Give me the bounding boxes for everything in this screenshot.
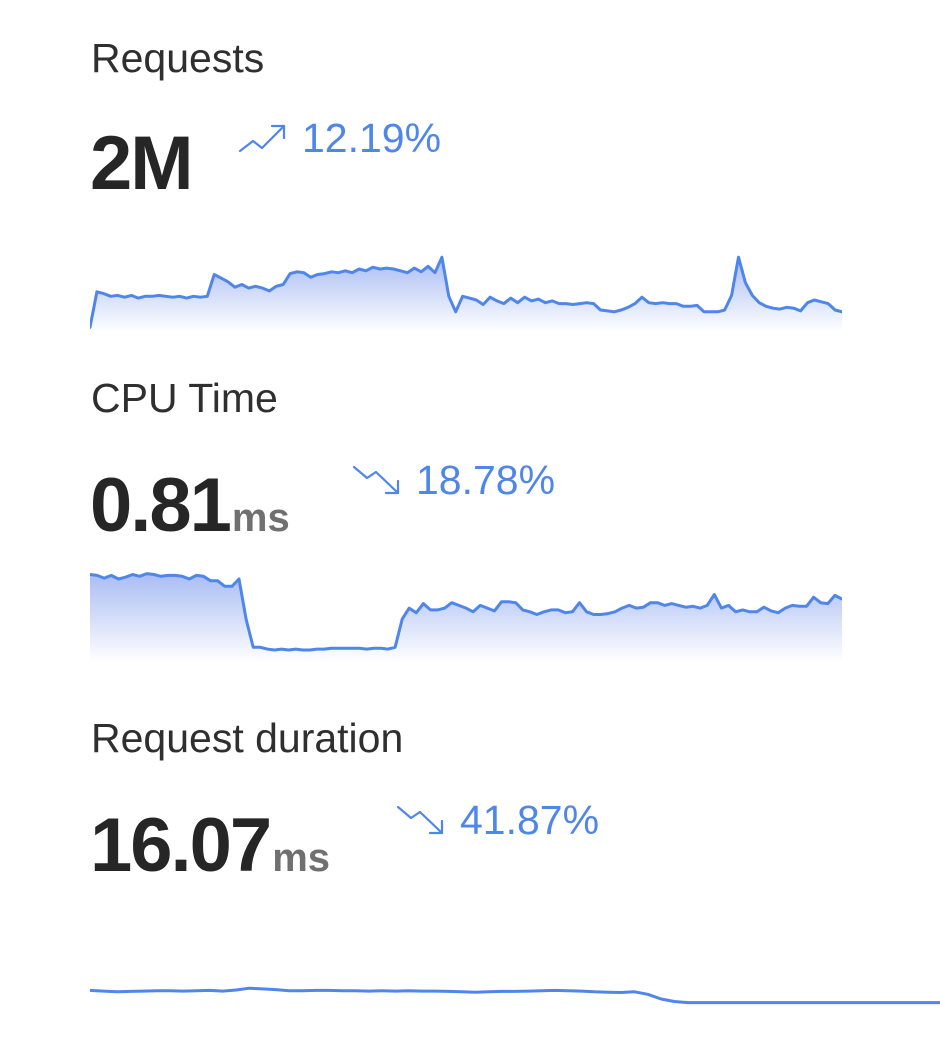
metric-change: 12.19% [238,118,441,159]
sparkline-area [90,257,842,332]
metric-unit: ms [231,496,290,540]
metric-change: 41.87% [396,800,599,841]
change-percentage: 18.78% [416,457,556,503]
sparkline-requests [90,255,842,332]
sparkline-cpu-time [90,572,842,662]
metric-requests: Requests 2M 12.19% [0,0,940,340]
metric-value-row: 0.81ms [90,468,290,544]
metric-value-row: 16.07ms [90,808,330,884]
metric-title: Requests [91,35,265,81]
metric-value-row: 2M [90,126,194,202]
change-percentage: 12.19% [302,115,442,161]
metric-title: CPU Time [91,375,278,421]
trend-down-icon [396,803,446,839]
metric-value: 2M [90,121,194,206]
trend-down-icon [352,463,402,499]
sparkline-request-duration [90,986,940,1005]
metric-request-duration: Request duration 16.07ms 41.87% [0,680,940,1038]
metric-value: 0.81 [90,463,232,548]
sparkline-area [90,573,842,662]
metric-value: 16.07 [90,803,272,888]
metric-unit: ms [272,836,330,880]
trend-up-icon [238,121,288,157]
metric-cpu-time: CPU Time 0.81ms 18.78% [0,340,940,680]
metric-change: 18.78% [352,460,555,501]
metric-title: Request duration [91,715,404,761]
sparkline-line [90,986,940,1005]
change-percentage: 41.87% [460,797,600,843]
